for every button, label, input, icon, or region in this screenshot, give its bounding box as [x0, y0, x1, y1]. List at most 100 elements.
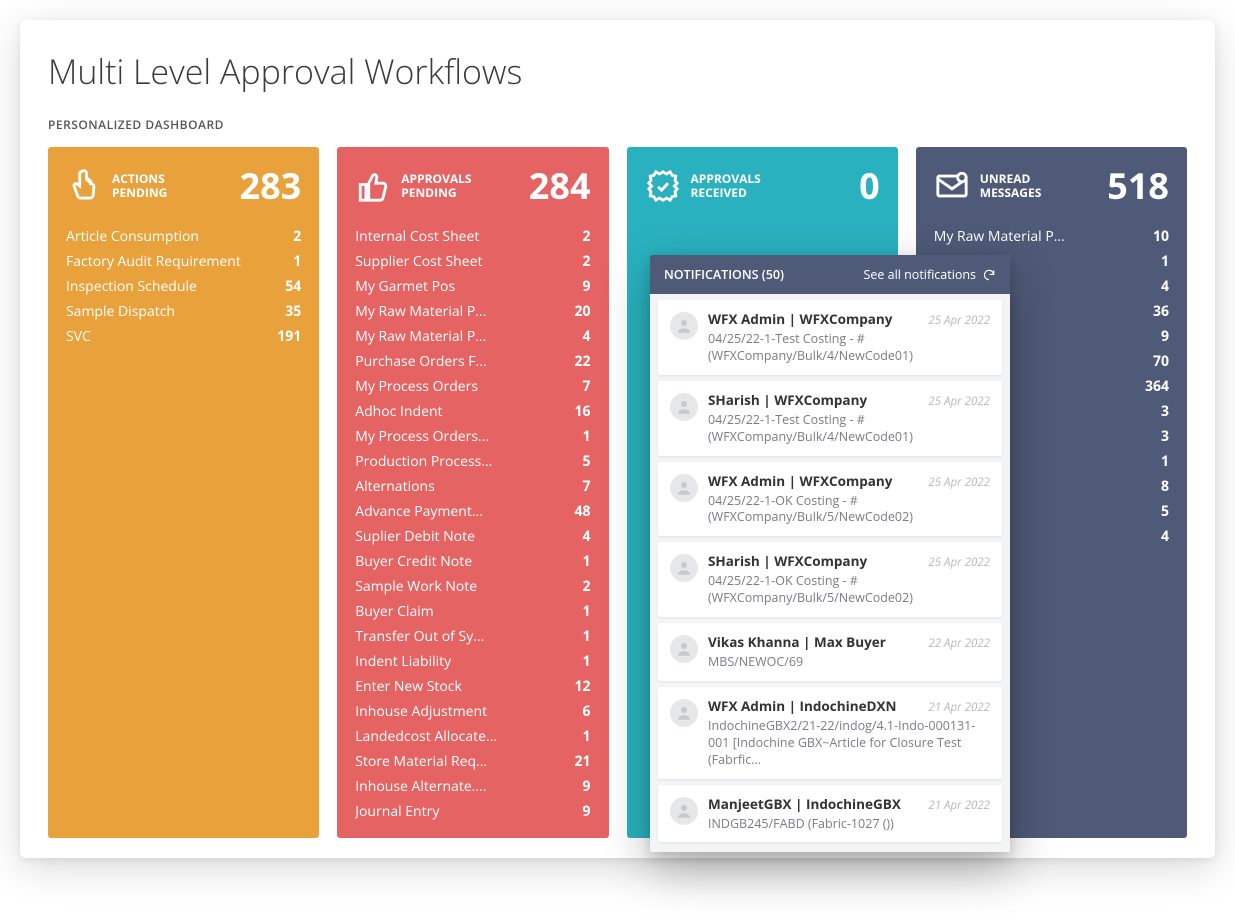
notification-from: SHarish | WFXCompany	[708, 552, 867, 570]
list-item[interactable]: SVC 191	[66, 324, 301, 349]
list-item-label: My Raw Material P...	[934, 227, 1073, 246]
notification-description: MBS/NEWOC/69	[708, 654, 990, 671]
list-item-count: 2	[561, 252, 591, 271]
list-item[interactable]: Inspection Schedule 54	[66, 274, 301, 299]
list-item-count: 1	[1139, 252, 1169, 271]
list-item-count: 36	[1139, 302, 1169, 321]
list-item-label: Buyer Claim	[355, 602, 442, 621]
list-item-count: 2	[561, 577, 591, 596]
notification-item[interactable]: SHarish | WFXCompany25 Apr 202204/25/22-…	[658, 381, 1002, 456]
see-all-notifications-link[interactable]: See all notifications	[864, 266, 997, 283]
list-item-count: 9	[561, 802, 591, 821]
list-item[interactable]: Alternations7	[355, 474, 590, 499]
list-item-count: 9	[561, 777, 591, 796]
list-item-label: Store Material Req...	[355, 752, 495, 771]
list-item-label: My Raw Material P...	[355, 327, 494, 346]
notification-item[interactable]: WFX Admin | WFXCompany25 Apr 202204/25/2…	[658, 462, 1002, 537]
tile-unread-label: UNREAD MESSAGES	[980, 172, 1042, 200]
list-item-label: Transfer Out of Sy...	[355, 627, 492, 646]
list-item[interactable]: My Process Orders7	[355, 374, 590, 399]
list-item-label: Advance Payment...	[355, 502, 491, 521]
list-item-count: 20	[561, 302, 591, 321]
list-item[interactable]: Internal Cost Sheet 2	[355, 224, 590, 249]
notification-description: 04/25/22-1-OK Costing - # (WFXCompany/Bu…	[708, 573, 990, 607]
see-all-label: See all notifications	[864, 266, 977, 283]
list-item[interactable]: Factory Audit Requirement1	[66, 249, 301, 274]
list-item-count: 9	[561, 277, 591, 296]
list-item[interactable]: Sample Work Note2	[355, 574, 590, 599]
list-item[interactable]: My Raw Material P...10	[934, 224, 1169, 249]
list-item-count: 35	[271, 302, 301, 321]
notification-item[interactable]: SHarish | WFXCompany 25 Apr 2022 04/25/22-…	[658, 542, 1002, 617]
list-item[interactable]: Production Process...5	[355, 449, 590, 474]
avatar	[670, 393, 698, 421]
list-item-count: 3	[1139, 402, 1169, 421]
list-item[interactable]: Advance Payment... 48	[355, 499, 590, 524]
notification-item[interactable]: Vikas Khanna | Max Buyer22 Apr 2022MBS/N…	[658, 623, 1002, 681]
list-item-count: 48	[561, 502, 591, 521]
list-item[interactable]: Journal Entry 9	[355, 799, 590, 824]
list-item[interactable]: Inhouse Alternate....9	[355, 774, 590, 799]
list-item[interactable]: Adhoc Indent16	[355, 399, 590, 424]
list-item-label: Factory Audit Requirement	[66, 252, 249, 271]
list-item[interactable]: My Garmet Pos 9	[355, 274, 590, 299]
list-item-count: 4	[561, 327, 591, 346]
notification-item[interactable]: ManjeetGBX | IndochineGBX21 Apr 2022INDG…	[658, 785, 1002, 843]
notification-from: WFX Admin | WFXCompany	[708, 472, 892, 490]
list-item[interactable]: Supplier Cost Sheet2	[355, 249, 590, 274]
list-item-label: My Process Orders	[355, 377, 486, 396]
list-item[interactable]: Store Material Req...21	[355, 749, 590, 774]
list-item-count: 1	[561, 627, 591, 646]
list-item-label: Enter New Stock	[355, 677, 470, 696]
tile-approvals-pending[interactable]: APPROVALS PENDING 284 Internal Cost Shee…	[337, 147, 608, 838]
notifications-panel: NOTIFICATIONS (50) See all notifications…	[650, 255, 1010, 852]
list-item[interactable]: Transfer Out of Sy... 1	[355, 624, 590, 649]
list-item[interactable]: Suplier Debit Note4	[355, 524, 590, 549]
list-item-count: 2	[271, 227, 301, 246]
refresh-icon[interactable]	[982, 268, 996, 282]
tile-actions-pending[interactable]: ACTIONS PENDING 283 Article Consumption2…	[48, 147, 319, 838]
tile-approvals-received-label: APPROVALS RECEIVED	[691, 172, 761, 200]
list-item-label: My Garmet Pos	[355, 277, 463, 296]
list-item[interactable]: Enter New Stock12	[355, 674, 590, 699]
list-item[interactable]: Purchase Orders F...22	[355, 349, 590, 374]
tile-approvals-pending-list: Internal Cost Sheet2Supplier Cost Sheet2…	[355, 224, 590, 824]
notification-from: WFX Admin | WFXCompany	[708, 310, 892, 328]
notifications-header: NOTIFICATIONS (50) See all notifications	[650, 255, 1010, 294]
list-item-count: 3	[1139, 427, 1169, 446]
list-item-label: Internal Cost Sheet	[355, 227, 487, 246]
list-item-label: My Process Orders...	[355, 427, 497, 446]
tile-unread-value: 518	[1107, 161, 1169, 210]
notification-description: IndochineGBX2/21-22/indog/4.1-Indo-00013…	[708, 718, 990, 769]
list-item[interactable]: Inhouse Adjustment6	[355, 699, 590, 724]
list-item[interactable]: Article Consumption 2	[66, 224, 301, 249]
list-item[interactable]: Indent Liability1	[355, 649, 590, 674]
list-item[interactable]: Buyer Credit Note1	[355, 549, 590, 574]
list-item[interactable]: Buyer Claim1	[355, 599, 590, 624]
list-item[interactable]: My Process Orders...1	[355, 424, 590, 449]
list-item-count: 9	[1139, 327, 1169, 346]
list-item-label: SVC	[66, 327, 99, 346]
notification-date: 25 Apr 2022	[928, 555, 990, 570]
list-item-label: Journal Entry	[355, 802, 447, 821]
list-item[interactable]: Landedcost Allocate...1	[355, 724, 590, 749]
list-item-count: 364	[1139, 377, 1169, 396]
list-item[interactable]: My Raw Material P...20	[355, 299, 590, 324]
notification-from: ManjeetGBX | IndochineGBX	[708, 795, 901, 813]
list-item-count: 2	[561, 227, 591, 246]
avatar	[670, 699, 698, 727]
dashboard-card: Multi Level Approval Workflows PERSONALI…	[20, 20, 1215, 858]
notification-description: 04/25/22-1-Test Costing - # (WFXCompany/…	[708, 331, 990, 365]
tile-actions-value: 283	[239, 161, 301, 210]
list-item-count: 191	[271, 327, 301, 346]
notification-item[interactable]: WFX Admin | IndochineDXN21 Apr 2022Indoc…	[658, 687, 1002, 779]
list-item[interactable]: Sample Dispatch35	[66, 299, 301, 324]
list-item-label: Inspection Schedule	[66, 277, 205, 296]
list-item-label: Article Consumption	[66, 227, 207, 246]
list-item[interactable]: My Raw Material P... 4	[355, 324, 590, 349]
notification-item[interactable]: WFX Admin | WFXCompany25 Apr 202204/25/2…	[658, 300, 1002, 375]
list-item-count: 1	[561, 652, 591, 671]
list-item-count: 8	[1139, 477, 1169, 496]
list-item-count: 54	[271, 277, 301, 296]
list-item-count: 7	[561, 477, 591, 496]
